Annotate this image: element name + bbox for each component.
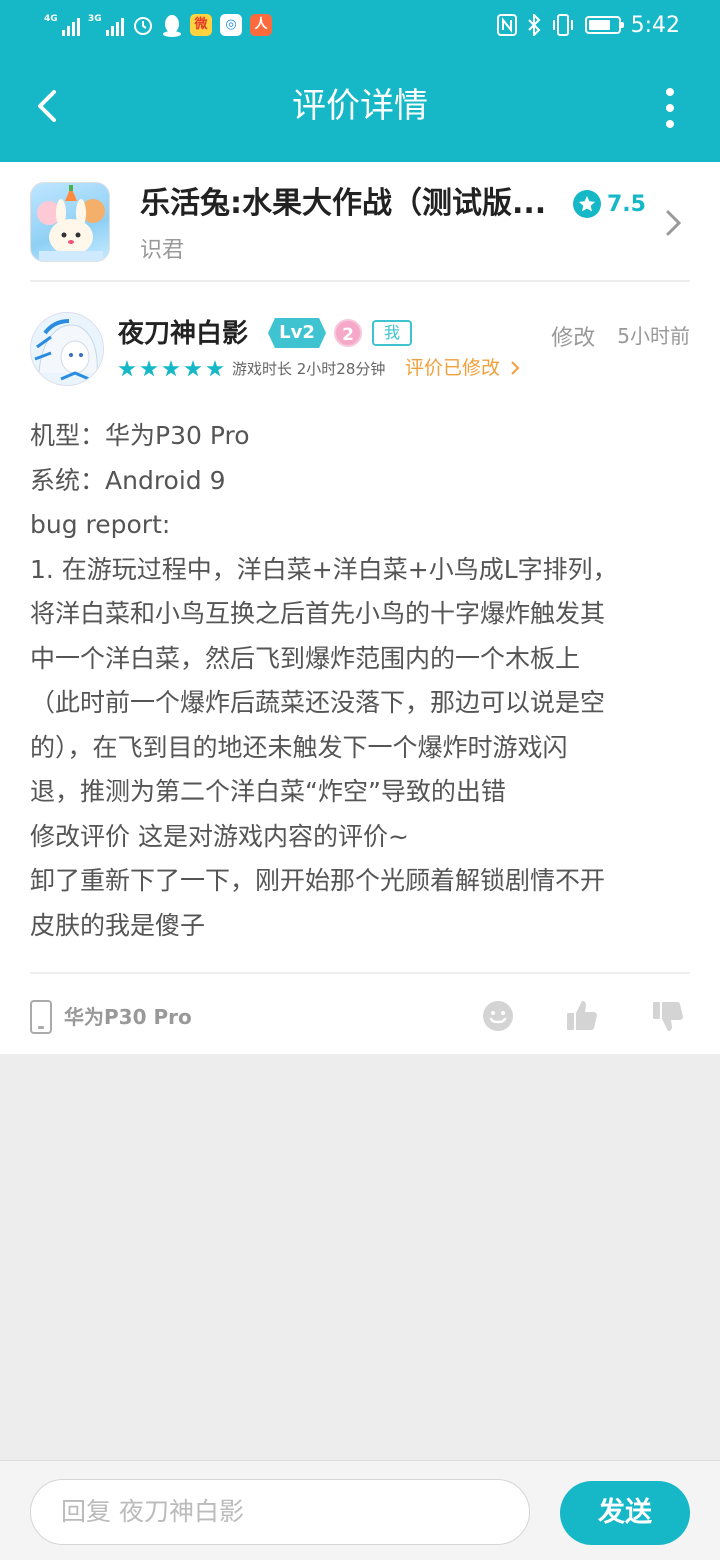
review-line: 机型：华为P30 Pro — [30, 421, 250, 450]
reply-input[interactable]: 回复 夜刀神白影 — [30, 1479, 530, 1545]
review-line: 卸了重新下了一下，刚开始那个光顾着解锁剧情不开 — [30, 866, 606, 895]
reply-placeholder: 回复 夜刀神白影 — [61, 1497, 244, 1526]
medal-badge: 2 — [334, 319, 362, 347]
star-icon — [140, 360, 158, 377]
review-line: bug report: — [30, 510, 171, 539]
qq-penguin-icon — [163, 15, 181, 37]
star-rating — [118, 360, 224, 378]
vibrate-icon — [552, 14, 573, 36]
review-line: （此时前一个爆炸后蔬菜还没落下，那边可以说是空 — [30, 688, 606, 717]
review-line: 的），在飞到目的地还未触发下一个爆炸时游戏闪 — [30, 732, 568, 762]
review-line: 修改评价 这是对游戏内容的评价~ — [30, 821, 409, 851]
star-icon — [162, 360, 180, 377]
rating-score: 7.5 — [607, 191, 646, 217]
modified-link[interactable]: 评价已修改 — [405, 356, 520, 380]
app-icon: 人 — [250, 14, 272, 36]
review-footer: 华为P30 Pro — [30, 972, 690, 1052]
send-button[interactable]: 发送 — [560, 1481, 690, 1545]
game-rating: 7.5 — [573, 190, 646, 218]
game-icon — [30, 182, 110, 262]
weibo-icon: 微 — [190, 14, 212, 36]
username[interactable]: 夜刀神白影 — [118, 316, 248, 352]
review-line: 退，推测为第二个洋白菜“炸空”导致的出错 — [30, 777, 506, 806]
edit-button[interactable]: 修改 — [551, 320, 595, 352]
review-line: 将洋白菜和小鸟互换之后首先小鸟的十字爆炸触发其 — [30, 599, 606, 628]
star-icon — [184, 360, 202, 377]
me-tag: 我 — [372, 320, 412, 346]
chevron-right-icon[interactable] — [664, 208, 684, 238]
thumbs-down-icon[interactable] — [650, 998, 686, 1034]
nfc-icon — [496, 14, 517, 36]
signal-3g-icon: 3G — [88, 14, 124, 36]
app-bar: 评价详情 — [0, 50, 720, 162]
modified-label: 评价已修改 — [405, 357, 501, 379]
thumbs-up-icon[interactable] — [564, 998, 600, 1034]
alarm-icon — [134, 17, 152, 35]
star-icon — [206, 360, 224, 377]
developer-name: 识君 — [140, 238, 185, 263]
battery-icon — [584, 16, 624, 34]
review-time: 5小时前 — [617, 324, 690, 348]
phone-icon — [30, 1000, 52, 1034]
level-badge: Lv2 — [268, 318, 326, 348]
chevron-right-icon — [511, 361, 520, 375]
browser-icon: ◎ — [220, 14, 242, 36]
review-content: 机型：华为P30 Pro 系统：Android 9 bug report: 1.… — [30, 414, 690, 948]
star-icon — [118, 360, 136, 377]
avatar[interactable] — [30, 312, 104, 386]
review-line: 皮肤的我是傻子 — [30, 910, 206, 940]
review-line: 系统：Android 9 — [30, 465, 226, 495]
signal-4g-icon: 4G — [44, 14, 80, 36]
game-name: 乐活兔:水果大作战（测试版... — [140, 186, 547, 221]
game-info-row[interactable]: 乐活兔:水果大作战（测试版... 识君 7.5 — [30, 182, 690, 282]
signal-type-label: 3G — [88, 14, 102, 24]
status-bar: 4G 3G 微 ◎ 人 5:42 — [0, 0, 720, 50]
signal-type-label: 4G — [44, 14, 58, 24]
device-name: 华为P30 Pro — [64, 1005, 192, 1029]
page-title: 评价详情 — [292, 86, 428, 126]
review-card: 乐活兔:水果大作战（测试版... 识君 7.5 夜刀神白影 Lv2 2 我 修改… — [0, 162, 720, 1054]
more-vertical-icon[interactable] — [664, 88, 676, 128]
review-line: 中一个洋白菜，然后飞到爆炸范围内的一个木板上 — [30, 643, 581, 673]
playtime: 游戏时长 2小时28分钟 — [232, 360, 386, 378]
reply-bar: 回复 夜刀神白影 发送 — [0, 1460, 720, 1560]
star-badge-icon — [573, 190, 601, 218]
emoji-icon[interactable] — [480, 998, 516, 1034]
review-line: 1. 在游玩过程中，洋白菜+洋白菜+小鸟成L字排列， — [30, 554, 618, 584]
bluetooth-icon — [527, 14, 541, 36]
clock: 5:42 — [630, 12, 680, 38]
